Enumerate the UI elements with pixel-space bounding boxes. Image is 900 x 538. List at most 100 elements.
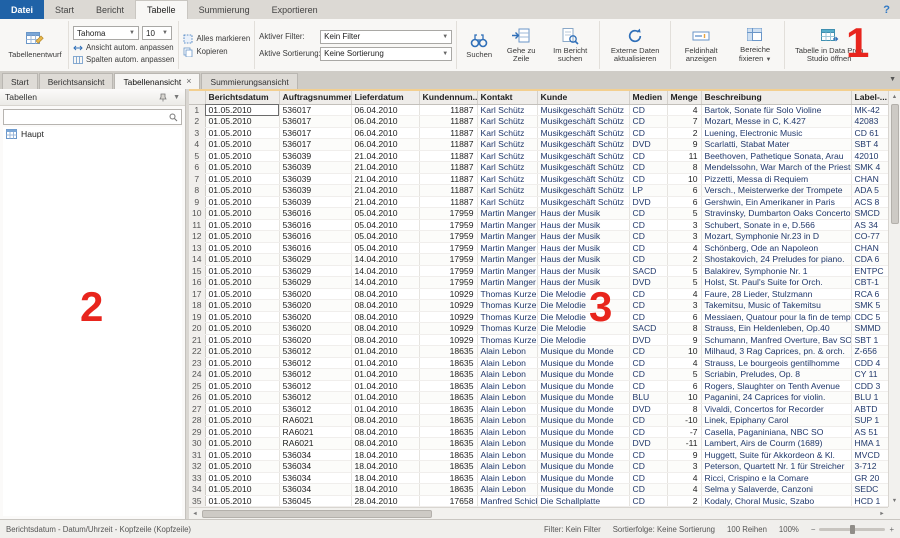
cell[interactable]: 10929 bbox=[419, 300, 477, 312]
cell[interactable]: Musikgeschäft Schütz bbox=[537, 173, 629, 185]
close-icon[interactable]: × bbox=[186, 77, 191, 86]
table-row[interactable]: 901.05.201053603921.04.201011887Karl Sch… bbox=[189, 196, 888, 208]
cell[interactable]: 11 bbox=[667, 150, 701, 162]
table-row[interactable]: 3301.05.201053603418.04.201018635Alain L… bbox=[189, 472, 888, 484]
cell[interactable]: 536017 bbox=[279, 116, 351, 128]
cell[interactable]: 01.05.2010 bbox=[205, 495, 279, 507]
cell[interactable]: 01.05.2010 bbox=[205, 127, 279, 139]
cell[interactable]: 18.04.2010 bbox=[351, 449, 419, 461]
cell[interactable]: Lambert, Airs de Courm (1689) bbox=[701, 438, 851, 450]
row-number[interactable]: 14 bbox=[189, 254, 205, 266]
row-number[interactable]: 8 bbox=[189, 185, 205, 197]
cell[interactable]: 10929 bbox=[419, 311, 477, 323]
cell[interactable]: 536012 bbox=[279, 380, 351, 392]
cell[interactable]: 01.05.2010 bbox=[205, 392, 279, 404]
cell[interactable]: Scarlatti, Stabat Mater bbox=[701, 139, 851, 151]
cell[interactable]: 6 bbox=[667, 185, 701, 197]
cell[interactable]: 5 bbox=[667, 369, 701, 381]
table-row[interactable]: 3401.05.201053603418.04.201018635Alain L… bbox=[189, 484, 888, 496]
cell[interactable]: 18.04.2010 bbox=[351, 484, 419, 496]
cell[interactable]: 08.04.2010 bbox=[351, 426, 419, 438]
cell[interactable]: -7 bbox=[667, 426, 701, 438]
row-number[interactable]: 27 bbox=[189, 403, 205, 415]
cell[interactable]: CD 61 bbox=[851, 127, 888, 139]
cell[interactable]: Alain Lebon bbox=[477, 403, 537, 415]
cell[interactable]: 21.04.2010 bbox=[351, 150, 419, 162]
cell[interactable]: 2 bbox=[667, 254, 701, 266]
cell[interactable]: 01.05.2010 bbox=[205, 369, 279, 381]
table-row[interactable]: 3101.05.201053603418.04.201018635Alain L… bbox=[189, 449, 888, 461]
row-number[interactable]: 18 bbox=[189, 300, 205, 312]
cell[interactable]: 11887 bbox=[419, 196, 477, 208]
cell[interactable]: 536034 bbox=[279, 484, 351, 496]
tree-item-haupt[interactable]: Haupt bbox=[3, 127, 182, 141]
horizontal-scroll-thumb[interactable] bbox=[202, 510, 432, 518]
cell[interactable]: 01.04.2010 bbox=[351, 346, 419, 358]
cell[interactable]: 08.04.2010 bbox=[351, 415, 419, 427]
cell[interactable]: 18635 bbox=[419, 438, 477, 450]
table-row[interactable]: 2201.05.201053601201.04.201018635Alain L… bbox=[189, 346, 888, 358]
cell[interactable]: 06.04.2010 bbox=[351, 116, 419, 128]
cell[interactable]: Thomas Kurze bbox=[477, 334, 537, 346]
column-header-kontakt[interactable]: Kontakt bbox=[477, 91, 537, 104]
cell[interactable]: CD bbox=[629, 219, 667, 231]
cell[interactable]: Balakirev, Symphonie Nr. 1 bbox=[701, 265, 851, 277]
cell[interactable]: Thomas Kurze bbox=[477, 300, 537, 312]
table-row[interactable]: 601.05.201053603921.04.201011887Karl Sch… bbox=[189, 162, 888, 174]
cell[interactable]: Musikgeschäft Schütz bbox=[537, 162, 629, 174]
cell[interactable]: Karl Schütz bbox=[477, 196, 537, 208]
cell[interactable]: DVD bbox=[629, 334, 667, 346]
table-row[interactable]: 2701.05.201053601201.04.201018635Alain L… bbox=[189, 403, 888, 415]
cell[interactable]: 06.04.2010 bbox=[351, 104, 419, 116]
cell[interactable]: 536012 bbox=[279, 403, 351, 415]
cell[interactable]: CD bbox=[629, 426, 667, 438]
cell[interactable]: 01.05.2010 bbox=[205, 162, 279, 174]
autofit-columns-button[interactable]: Spalten autom. anpassen bbox=[73, 55, 174, 64]
cell[interactable]: 3 bbox=[667, 300, 701, 312]
cell[interactable]: 536012 bbox=[279, 357, 351, 369]
cell[interactable]: Karl Schütz bbox=[477, 173, 537, 185]
row-number[interactable]: 11 bbox=[189, 219, 205, 231]
cell[interactable]: 18635 bbox=[419, 380, 477, 392]
row-number[interactable]: 6 bbox=[189, 162, 205, 174]
cell[interactable]: 08.04.2010 bbox=[351, 334, 419, 346]
cell[interactable]: Manfred Schick bbox=[477, 495, 537, 507]
cell[interactable]: 10929 bbox=[419, 288, 477, 300]
row-number[interactable]: 2 bbox=[189, 116, 205, 128]
show-field-content-button[interactable]: Feldinhalt anzeigen bbox=[675, 25, 727, 66]
cell[interactable]: Alain Lebon bbox=[477, 449, 537, 461]
tables-filter-input[interactable] bbox=[7, 113, 167, 122]
cell[interactable]: 17959 bbox=[419, 265, 477, 277]
cell[interactable]: Karl Schütz bbox=[477, 185, 537, 197]
cell[interactable]: SACD bbox=[629, 323, 667, 335]
cell[interactable]: Strauss, Ein Heldenleben, Op.40 bbox=[701, 323, 851, 335]
cell[interactable]: Schumann, Manfred Overture, Bav SO bbox=[701, 334, 851, 346]
cell[interactable]: 536029 bbox=[279, 254, 351, 266]
cell[interactable]: 536016 bbox=[279, 208, 351, 220]
cell[interactable]: Huggett, Suite für Akkordeon & Kl. bbox=[701, 449, 851, 461]
cell[interactable]: 18635 bbox=[419, 415, 477, 427]
cell[interactable]: 01.05.2010 bbox=[205, 242, 279, 254]
cell[interactable]: MVCD bbox=[851, 449, 888, 461]
cell[interactable]: AS 51 bbox=[851, 426, 888, 438]
cell[interactable]: GR 20 bbox=[851, 472, 888, 484]
cell[interactable]: Mozart, Messe in C, K.427 bbox=[701, 116, 851, 128]
cell[interactable]: Casella, Paganiniana, NBC SO bbox=[701, 426, 851, 438]
cell[interactable]: ENTPC bbox=[851, 265, 888, 277]
cell[interactable]: -11 bbox=[667, 438, 701, 450]
cell[interactable]: 536039 bbox=[279, 173, 351, 185]
cell[interactable]: Alain Lebon bbox=[477, 426, 537, 438]
cell[interactable]: ADA 5 bbox=[851, 185, 888, 197]
table-row[interactable]: 1601.05.201053602914.04.201017959Martin … bbox=[189, 277, 888, 289]
cell[interactable]: 05.04.2010 bbox=[351, 242, 419, 254]
table-row[interactable]: 2301.05.201053601201.04.201018635Alain L… bbox=[189, 357, 888, 369]
row-number[interactable]: 16 bbox=[189, 277, 205, 289]
table-row[interactable]: 401.05.201053601706.04.201011887Karl Sch… bbox=[189, 139, 888, 151]
cell[interactable]: RA6021 bbox=[279, 426, 351, 438]
row-number[interactable]: 10 bbox=[189, 208, 205, 220]
cell[interactable]: 01.05.2010 bbox=[205, 461, 279, 473]
cell[interactable]: 01.05.2010 bbox=[205, 380, 279, 392]
column-header-kunde[interactable]: Kunde bbox=[537, 91, 629, 104]
cell[interactable]: SUP 1 bbox=[851, 415, 888, 427]
cell[interactable]: 536017 bbox=[279, 139, 351, 151]
